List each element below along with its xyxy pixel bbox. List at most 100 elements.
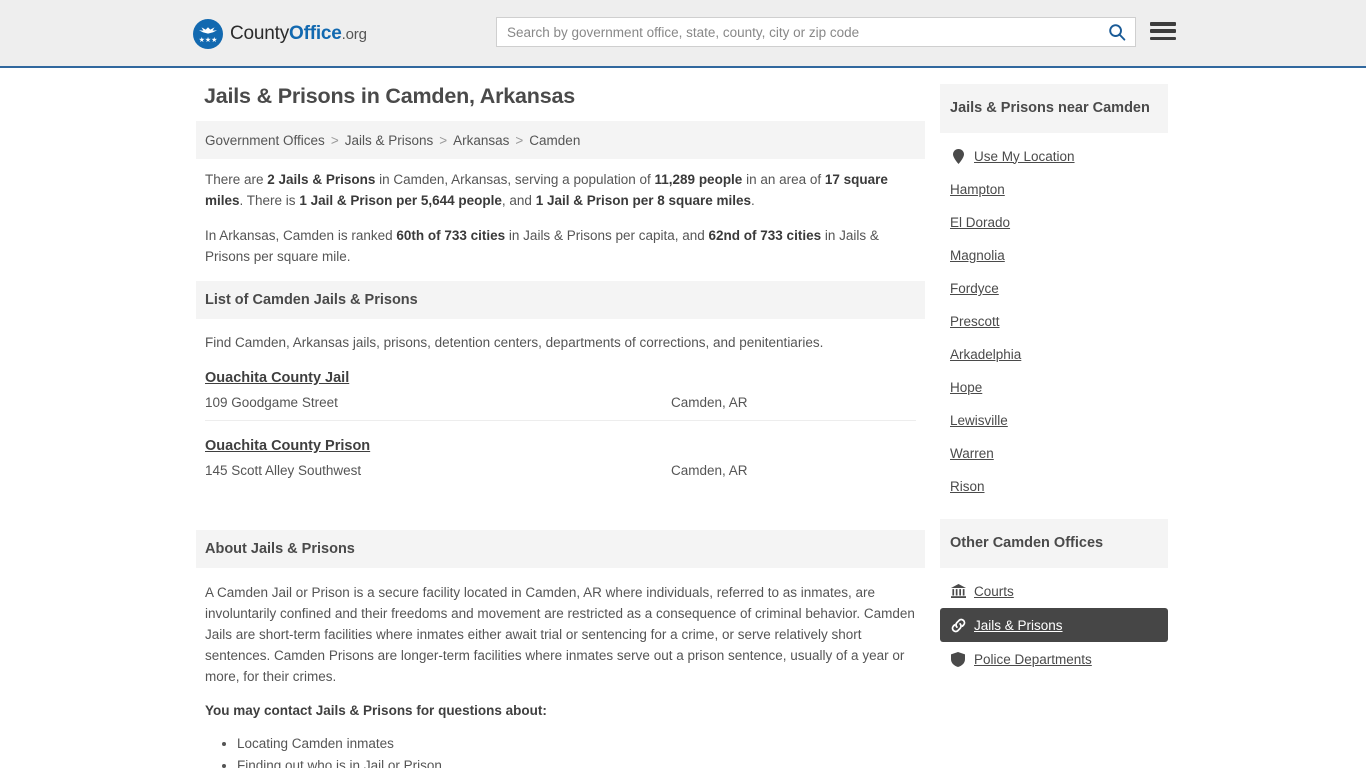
statistics-block: There are 2 Jails & Prisons in Camden, A…	[196, 159, 925, 267]
search-bar	[496, 17, 1136, 47]
eagle-seal-icon: ★★★	[193, 19, 223, 49]
stats-text: There are	[205, 172, 268, 187]
shield-glyph	[951, 651, 965, 667]
breadcrumb-separator: >	[515, 132, 524, 148]
breadcrumb-separator: >	[439, 132, 448, 148]
sidebar-nearby-heading: Jails & Prisons near Camden	[940, 84, 1168, 133]
sidebar-item-rison[interactable]: Rison	[940, 470, 1168, 503]
listing-name-link[interactable]: Ouachita County Jail	[205, 370, 349, 386]
nearby-city-link[interactable]: El Dorado	[950, 215, 1010, 230]
map-pin-icon	[950, 148, 966, 164]
courthouse-icon	[950, 583, 966, 599]
page-title: Jails & Prisons in Camden, Arkansas	[204, 84, 575, 108]
search-input[interactable]	[497, 18, 1099, 46]
list-section-subtitle: Find Camden, Arkansas jails, prisons, de…	[205, 335, 824, 350]
breadcrumb-item-jails-prisons[interactable]: Jails & Prisons	[345, 133, 434, 148]
breadcrumb-item-camden[interactable]: Camden	[529, 133, 580, 148]
about-bullet-list: Locating Camden inmates Finding out who …	[205, 734, 916, 768]
list-item: Locating Camden inmates	[237, 734, 916, 754]
stats-text: , and	[501, 193, 536, 208]
map-pin-glyph	[952, 148, 964, 164]
search-button[interactable]	[1099, 18, 1135, 46]
logo-stars: ★★★	[198, 37, 218, 44]
nearby-city-link[interactable]: Fordyce	[950, 281, 999, 296]
nearby-city-link[interactable]: Warren	[950, 446, 994, 461]
list-item: Finding out who is in Jail or Prison	[237, 756, 916, 768]
sidebar-item-magnolia[interactable]: Magnolia	[940, 239, 1168, 272]
use-my-location-link[interactable]: Use My Location	[974, 149, 1075, 164]
stats-text: in an area of	[742, 172, 825, 187]
stats-paragraph-2: In Arkansas, Camden is ranked 60th of 73…	[205, 225, 916, 267]
stats-text: in Jails & Prisons per capita, and	[505, 228, 709, 243]
courthouse-glyph	[950, 584, 966, 598]
listing-address: 145 Scott Alley Southwest	[205, 463, 362, 478]
sidebar-item-police-departments[interactable]: Police Departments	[940, 642, 1168, 676]
sidebar-nearby-links: Use My Location Hampton El Dorado Magnol…	[940, 133, 1168, 503]
sidebar-item-fordyce[interactable]: Fordyce	[940, 272, 1168, 305]
sidebar-item-prescott[interactable]: Prescott	[940, 305, 1168, 338]
list-section-heading: List of Camden Jails & Prisons	[196, 281, 925, 319]
other-office-link[interactable]: Jails & Prisons	[974, 618, 1063, 633]
sidebar-item-hampton[interactable]: Hampton	[940, 173, 1168, 206]
search-icon	[1109, 24, 1126, 41]
nearby-city-link[interactable]: Prescott	[950, 314, 1000, 329]
logo-bold: Office	[289, 23, 342, 44]
chain-link-icon	[950, 617, 966, 633]
nearby-city-link[interactable]: Magnolia	[950, 248, 1005, 263]
hamburger-bar	[1150, 36, 1176, 40]
logo-text: CountyOffice.org	[230, 23, 367, 45]
other-office-link[interactable]: Courts	[974, 584, 1014, 599]
main-content: Jails & Prisons in Camden, Arkansas Gove…	[196, 84, 925, 768]
breadcrumb: Government Offices > Jails & Prisons > A…	[196, 121, 925, 159]
shield-icon	[950, 651, 966, 667]
sidebar-item-lewisville[interactable]: Lewisville	[940, 404, 1168, 437]
sidebar-item-jails-prisons[interactable]: Jails & Prisons	[940, 608, 1168, 642]
stats-per-area: 1 Jail & Prison per 8 square miles	[535, 193, 752, 208]
chain-link-glyph	[951, 618, 965, 632]
site-header: ★★★ CountyOffice.org	[0, 0, 1366, 68]
stats-rank-area: 62nd of 733 cities	[708, 228, 822, 243]
listing-details: 109 Goodgame Street Camden, AR	[205, 395, 916, 410]
sidebar-item-courts[interactable]: Courts	[940, 574, 1168, 608]
nearby-city-link[interactable]: Rison	[950, 479, 985, 494]
list-item[interactable]: Ouachita County Jail 109 Goodgame Street…	[205, 353, 916, 420]
stats-text: in Camden, Arkansas, serving a populatio…	[375, 172, 655, 187]
about-paragraph: A Camden Jail or Prison is a secure faci…	[205, 585, 915, 684]
eagle-glyph	[199, 27, 217, 34]
hamburger-menu-icon[interactable]	[1150, 19, 1176, 43]
stats-text: . There is	[239, 193, 300, 208]
stats-per-capita: 1 Jail & Prison per 5,644 people	[299, 193, 502, 208]
stats-text: In Arkansas, Camden is ranked	[205, 228, 397, 243]
sidebar-item-use-my-location[interactable]: Use My Location	[940, 139, 1168, 173]
nearby-city-link[interactable]: Arkadelphia	[950, 347, 1021, 362]
list-item[interactable]: Ouachita County Prison 145 Scott Alley S…	[205, 420, 916, 488]
nearby-city-link[interactable]: Lewisville	[950, 413, 1008, 428]
listing-city: Camden, AR	[671, 463, 748, 478]
listing-address: 109 Goodgame Street	[205, 395, 338, 410]
stats-paragraph-1: There are 2 Jails & Prisons in Camden, A…	[205, 169, 916, 211]
stats-count: 2 Jails & Prisons	[267, 172, 376, 187]
breadcrumb-separator: >	[330, 132, 339, 148]
sidebar-item-arkadelphia[interactable]: Arkadelphia	[940, 338, 1168, 371]
hamburger-bar	[1150, 22, 1176, 26]
hamburger-bar	[1150, 29, 1176, 33]
logo-prefix: County	[230, 23, 290, 44]
stats-population: 11,289 people	[654, 172, 743, 187]
listing-city: Camden, AR	[671, 395, 748, 410]
listing-details: 145 Scott Alley Southwest Camden, AR	[205, 463, 916, 478]
sidebar: Jails & Prisons near Camden Use My Locat…	[940, 84, 1168, 676]
breadcrumb-item-government-offices[interactable]: Government Offices	[205, 133, 325, 148]
logo-suffix: .org	[341, 26, 367, 43]
sidebar-item-warren[interactable]: Warren	[940, 437, 1168, 470]
sidebar-other-offices-heading: Other Camden Offices	[940, 519, 1168, 568]
sidebar-item-el-dorado[interactable]: El Dorado	[940, 206, 1168, 239]
about-section-body: A Camden Jail or Prison is a secure faci…	[196, 568, 925, 768]
stats-text: .	[751, 193, 755, 208]
nearby-city-link[interactable]: Hampton	[950, 182, 1005, 197]
breadcrumb-item-arkansas[interactable]: Arkansas	[453, 133, 509, 148]
site-logo[interactable]: ★★★ CountyOffice.org	[193, 19, 367, 49]
other-office-link[interactable]: Police Departments	[974, 652, 1092, 667]
sidebar-item-hope[interactable]: Hope	[940, 371, 1168, 404]
listing-name-link[interactable]: Ouachita County Prison	[205, 438, 370, 454]
nearby-city-link[interactable]: Hope	[950, 380, 982, 395]
